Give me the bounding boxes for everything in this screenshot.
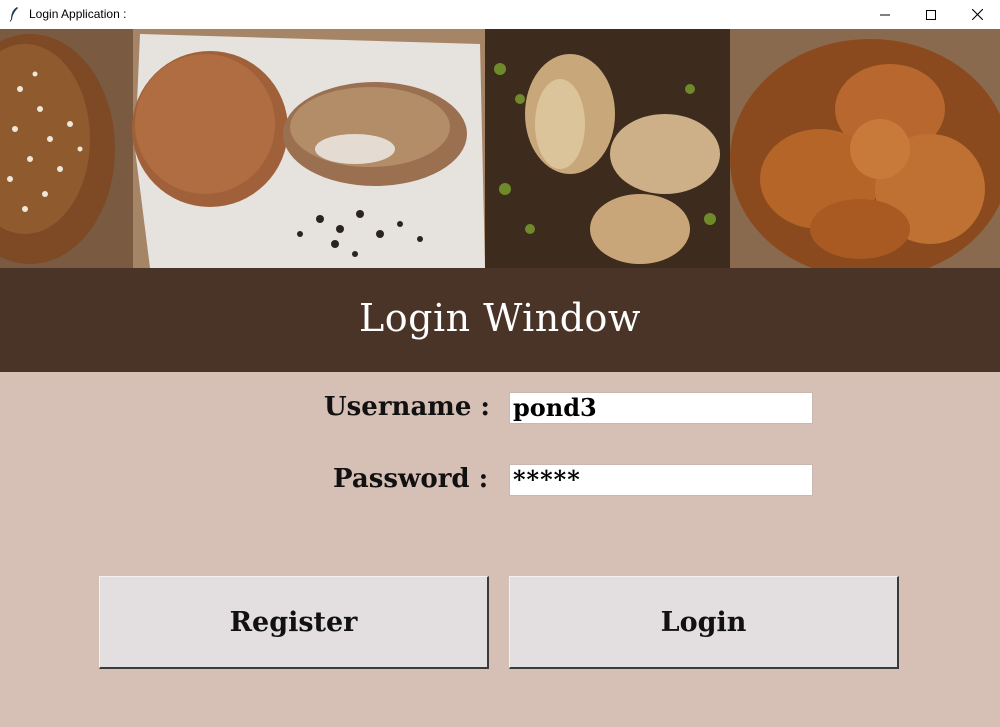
password-label: Password : — [333, 464, 489, 494]
username-label: Username : — [324, 392, 491, 422]
username-field[interactable]: pond3 — [509, 392, 813, 424]
register-button[interactable]: Register — [99, 576, 489, 669]
minimize-button[interactable] — [862, 0, 908, 29]
minimize-icon — [880, 14, 890, 15]
close-icon — [971, 9, 983, 20]
window-title: Login Application : — [29, 7, 127, 21]
bread-banner-image — [0, 29, 1000, 268]
maximize-icon — [926, 9, 936, 20]
feather-icon — [8, 6, 20, 22]
login-button[interactable]: Login — [509, 576, 899, 669]
password-field[interactable]: ***** — [509, 464, 813, 496]
title-bar: Login Application : — [0, 0, 1000, 29]
close-button[interactable] — [954, 0, 1000, 29]
page-title: Login Window — [359, 296, 641, 340]
maximize-button[interactable] — [908, 0, 954, 29]
